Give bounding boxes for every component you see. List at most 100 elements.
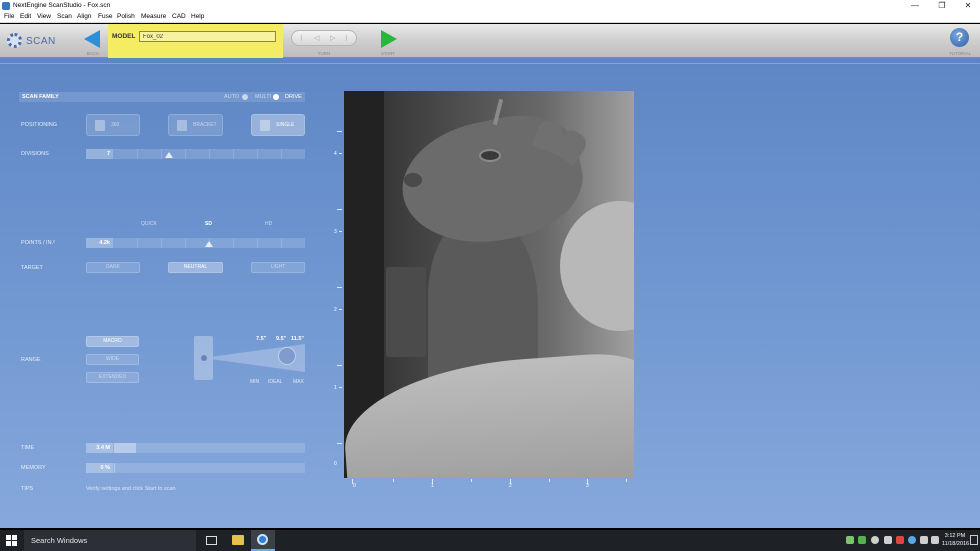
menu-align[interactable]: Align	[77, 13, 91, 20]
scanstudio-taskbar-button[interactable]	[251, 530, 275, 551]
menu-measure[interactable]: Measure	[141, 13, 166, 20]
positioning-single-button[interactable]: SINGLE	[251, 114, 305, 136]
range-diagram	[194, 334, 306, 382]
positioning-360-button[interactable]: 360	[86, 114, 140, 136]
ruler-tick	[393, 479, 394, 482]
preview-cup	[386, 267, 426, 357]
fox-nose	[404, 173, 422, 187]
range-label: RANGE	[21, 357, 41, 363]
volume-icon[interactable]	[931, 536, 939, 544]
divisions-value: 7	[86, 149, 113, 159]
ruler-tick	[337, 443, 342, 444]
close-button[interactable]: ✕	[955, 0, 980, 12]
tray-flag-icon[interactable]	[858, 536, 866, 544]
fox-eye	[479, 149, 501, 162]
tray-security-icon[interactable]	[884, 536, 892, 544]
model-panel: MODEL	[108, 24, 283, 58]
time-meter: 3.4 M	[86, 443, 305, 453]
family-auto-radio[interactable]	[242, 94, 248, 100]
ruler-v-2: 2	[334, 307, 337, 313]
scan-mode-tab[interactable]: SCAN	[0, 24, 66, 58]
tray-alert-icon[interactable]	[896, 536, 904, 544]
file-explorer-icon[interactable]	[232, 535, 244, 545]
family-multi-option[interactable]: MULTI	[255, 94, 271, 100]
quality-hd-label[interactable]: HD	[265, 221, 272, 227]
target-object-icon	[278, 347, 296, 365]
model-label: MODEL	[112, 33, 136, 40]
start-button[interactable]: START	[377, 28, 399, 56]
back-button[interactable]: BACK	[82, 28, 104, 56]
positioning-bracket-button[interactable]: BRACKET	[168, 114, 223, 136]
menu-fuse[interactable]: Fuse	[98, 13, 112, 20]
ruler-tick	[471, 479, 472, 482]
tray-app-icon[interactable]	[846, 536, 854, 544]
target-dark-button[interactable]: DARK	[86, 262, 140, 273]
camera-preview[interactable]	[344, 91, 634, 478]
menu-edit[interactable]: Edit	[20, 13, 31, 20]
tray-display-icon[interactable]	[920, 536, 928, 544]
action-center-icon[interactable]	[970, 535, 978, 545]
quality-quick-label[interactable]: QUICK	[141, 221, 157, 227]
scan-family-title: SCAN FAMILY	[22, 94, 59, 100]
menu-file[interactable]: File	[4, 13, 14, 20]
ruler-h-3: 3	[586, 483, 589, 489]
turntable-icon	[95, 120, 105, 131]
quality-sd-label[interactable]: SD	[205, 221, 212, 227]
menu-cad[interactable]: CAD	[172, 13, 186, 20]
target-light-button[interactable]: LIGHT	[251, 262, 305, 273]
points-slider[interactable]: 4.2k	[86, 238, 305, 248]
divisions-thumb[interactable]	[165, 152, 173, 158]
restore-button[interactable]: ❐	[929, 0, 955, 12]
minimize-button[interactable]: —	[902, 0, 928, 12]
ruler-h-0: 0	[353, 483, 356, 489]
ruler-tick	[549, 479, 550, 482]
divisions-slider[interactable]: 7	[86, 149, 305, 159]
tips-label: TIPS	[21, 486, 34, 492]
taskbar-clock[interactable]: 3:12 PM 11/18/2016	[942, 532, 969, 548]
start-label: START	[380, 51, 396, 56]
range-max-distance: 11.5"	[291, 336, 305, 342]
title-bar: NextEngine ScanStudio - Fox.scn — ❐ ✕	[0, 0, 980, 12]
vertical-ruler: 4 3 2 1 0	[334, 91, 342, 478]
points-value: 4.2k	[86, 238, 113, 248]
range-wide-button[interactable]: WIDE	[86, 354, 139, 365]
menu-scan[interactable]: Scan	[57, 13, 72, 20]
ruler-tick	[339, 387, 342, 388]
memory-label: MEMORY	[21, 465, 46, 471]
gear-icon	[7, 33, 22, 48]
turn-label: TURN	[317, 51, 331, 56]
turn-control[interactable]: ⟨ ◁ ▷ ⟩ TURN	[291, 28, 357, 56]
tutorial-button[interactable]: ? TUTORIAL	[948, 28, 976, 56]
menu-help[interactable]: Help	[191, 13, 204, 20]
family-drive-option[interactable]: DRIVE	[285, 94, 302, 100]
range-min-distance: 7.5"	[256, 336, 267, 342]
range-macro-button[interactable]: MACRO	[86, 336, 139, 347]
ruler-v-0: 0	[334, 461, 337, 467]
target-neutral-button[interactable]: NEUTRAL	[168, 262, 223, 273]
ruler-tick	[337, 209, 342, 210]
clock-time: 3:12 PM	[944, 533, 966, 539]
points-thumb[interactable]	[205, 241, 213, 247]
turn-cw-icon: ▷	[330, 35, 336, 42]
task-view-icon[interactable]	[206, 536, 217, 545]
memory-meter: 0 %	[86, 463, 305, 473]
single-icon	[260, 120, 270, 131]
menu-view[interactable]: View	[37, 13, 51, 20]
range-min-label: MIN	[250, 379, 260, 385]
menu-polish[interactable]: Polish	[117, 13, 135, 20]
tray-sync-icon[interactable]	[871, 536, 879, 544]
turn-right-icon: ⟩	[345, 35, 348, 42]
family-auto-option[interactable]: AUTO	[224, 94, 239, 100]
tray-network-icon[interactable]	[908, 536, 916, 544]
range-extended-button[interactable]: EXTENDED	[86, 372, 139, 383]
scan-mode-label: SCAN	[26, 36, 56, 47]
family-multi-radio[interactable]	[273, 94, 279, 100]
menu-bar: File Edit View Scan Align Fuse Polish Me…	[0, 12, 980, 23]
app-icon	[2, 2, 10, 10]
horizontal-ruler: 0 1 2 3	[344, 479, 634, 489]
windows-start-icon[interactable]	[6, 535, 17, 546]
model-name-input[interactable]	[139, 31, 276, 42]
ruler-tick	[337, 287, 342, 288]
ruler-v-1: 1	[334, 385, 337, 391]
taskbar-search-box[interactable]: Search Windows	[24, 530, 196, 551]
